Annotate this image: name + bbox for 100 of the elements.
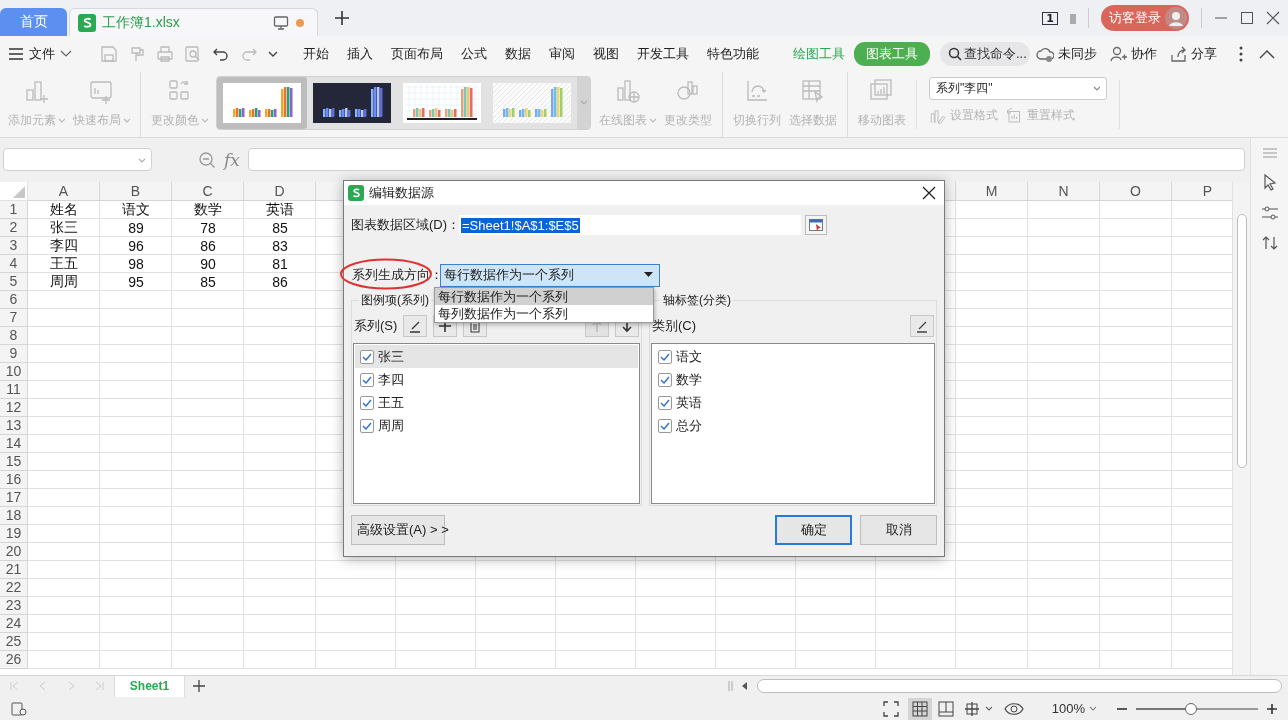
caret-icon bbox=[649, 116, 656, 124]
zoom-level-button[interactable]: 100% bbox=[1045, 700, 1102, 718]
table-cell-text: 90 bbox=[199, 254, 217, 273]
checkbox[interactable] bbox=[658, 372, 672, 387]
close-icon[interactable] bbox=[922, 186, 936, 200]
maximize-icon[interactable] bbox=[1240, 11, 1254, 25]
more-icon[interactable] bbox=[1239, 45, 1243, 62]
chart-style-thumbnail[interactable] bbox=[217, 76, 307, 129]
menu-tab[interactable]: 开发工具 bbox=[628, 41, 698, 66]
fullscreen-icon[interactable] bbox=[882, 700, 899, 717]
login-button[interactable]: 访客登录 bbox=[1101, 5, 1189, 31]
caret-icon bbox=[644, 272, 653, 278]
group-label: 轴标签(分类) bbox=[662, 292, 732, 309]
horizontal-scrollbar-thumb[interactable] bbox=[757, 679, 1282, 694]
table-cell-text: 96 bbox=[127, 236, 145, 255]
checkbox[interactable] bbox=[658, 418, 672, 433]
menu-tab[interactable]: 审阅 bbox=[540, 41, 584, 66]
table-cell-text: 86 bbox=[199, 236, 217, 255]
list-item[interactable]: 周周 bbox=[355, 414, 638, 437]
page-break-icon bbox=[963, 700, 980, 717]
cursor-icon[interactable] bbox=[1261, 172, 1278, 191]
share-button[interactable]: 分享 bbox=[1163, 44, 1223, 63]
dropdown-option[interactable]: 每行数据作为一个系列 bbox=[435, 288, 653, 305]
cancel-button[interactable]: 取消 bbox=[860, 515, 937, 545]
menu-tab[interactable]: 视图 bbox=[584, 41, 628, 66]
zoom-icon[interactable] bbox=[198, 150, 216, 169]
menu-tab[interactable]: 特色功能 bbox=[698, 41, 768, 66]
caret-icon bbox=[201, 116, 208, 124]
range-picker-button[interactable] bbox=[805, 215, 827, 235]
edit-button[interactable] bbox=[403, 315, 428, 337]
share-icon bbox=[1169, 44, 1187, 63]
row-header[interactable]: 1 bbox=[0, 200, 28, 219]
caret-icon[interactable] bbox=[984, 705, 992, 713]
close-icon[interactable] bbox=[1266, 11, 1280, 25]
menu-tab[interactable]: 数据 bbox=[496, 41, 540, 66]
checkbox[interactable] bbox=[360, 418, 374, 433]
spreadsheet-logo-icon bbox=[78, 13, 96, 32]
monitor-icon[interactable] bbox=[273, 14, 289, 31]
sync-button[interactable]: 未同步 bbox=[1030, 44, 1103, 63]
layout-badge[interactable]: 1 bbox=[1042, 11, 1058, 25]
command-search-field[interactable]: 查找命令... bbox=[940, 41, 1030, 66]
table-cell-text: 81 bbox=[271, 254, 289, 273]
file-menu-button[interactable]: 文件 bbox=[8, 44, 72, 63]
field-label: 系列生成方向： bbox=[351, 266, 440, 284]
list-item[interactable]: 数学 bbox=[653, 368, 933, 391]
series-select[interactable]: 系列"李四" bbox=[929, 76, 1107, 100]
edit-button[interactable] bbox=[910, 315, 934, 337]
arrows-icon[interactable] bbox=[1261, 234, 1278, 251]
list-box[interactable]: 张三 李四 王五 周周 bbox=[353, 343, 640, 504]
range-field[interactable]: =Sheet1!$A$1:$E$5 bbox=[459, 215, 801, 235]
list-label: 类别(C) bbox=[652, 317, 697, 335]
select-chart-icon bbox=[800, 77, 826, 104]
list-item[interactable]: 张三 bbox=[355, 345, 638, 368]
table-cell-text: 78 bbox=[199, 218, 217, 237]
eye-icon[interactable] bbox=[1003, 701, 1024, 716]
list-label: 系列(S) bbox=[354, 317, 398, 335]
checkbox[interactable] bbox=[360, 395, 374, 410]
table-cell-text: 英语 bbox=[265, 200, 295, 219]
zoom-slider[interactable] bbox=[1136, 701, 1258, 716]
checkbox[interactable] bbox=[360, 372, 374, 387]
spreadsheet-logo-icon bbox=[348, 185, 364, 201]
add-sheet-icon[interactable] bbox=[193, 680, 205, 693]
scroll-left-icon[interactable] bbox=[741, 682, 749, 691]
collapse-icon[interactable] bbox=[1259, 48, 1275, 59]
direction-select[interactable]: 每行数据作为一个系列 bbox=[440, 263, 660, 287]
menu-tab[interactable]: 插入 bbox=[338, 41, 382, 66]
list-box[interactable]: 语文 数学 英语 总分 bbox=[651, 343, 935, 504]
menu-tab[interactable]: 页面布局 bbox=[382, 41, 452, 66]
range-picker-icon bbox=[809, 219, 823, 231]
view-mode-button[interactable] bbox=[907, 697, 932, 720]
sliders-icon[interactable] bbox=[1260, 204, 1279, 221]
formula-input[interactable] bbox=[247, 148, 1245, 172]
checkbox[interactable] bbox=[658, 395, 672, 410]
menu-tab[interactable]: 公式 bbox=[452, 41, 496, 66]
zoom-in-icon[interactable] bbox=[1266, 702, 1278, 715]
checkbox[interactable] bbox=[658, 349, 672, 364]
table-cell-text: 85 bbox=[199, 272, 217, 291]
name-box-field[interactable] bbox=[3, 148, 152, 172]
list-item[interactable]: 王五 bbox=[355, 391, 638, 414]
list-item[interactable]: 总分 bbox=[653, 414, 933, 437]
macro-icon[interactable] bbox=[10, 700, 28, 717]
chevron-down-icon bbox=[60, 49, 72, 58]
table-cell-text: 89 bbox=[127, 218, 145, 237]
list-item[interactable]: 英语 bbox=[653, 391, 933, 414]
table-cell-text: 语文 bbox=[121, 200, 151, 219]
table-cell-text: 数学 bbox=[193, 200, 223, 219]
list-item[interactable]: 李四 bbox=[355, 368, 638, 391]
collab-button[interactable]: 协作 bbox=[1103, 44, 1163, 63]
ok-button[interactable]: 确定 bbox=[775, 515, 852, 545]
scrollbar-thumb[interactable] bbox=[1237, 213, 1247, 468]
table-cell-text: 83 bbox=[271, 236, 289, 255]
menu-tab[interactable]: 开始 bbox=[294, 41, 338, 66]
new-tab-icon[interactable] bbox=[334, 10, 350, 26]
search-icon bbox=[948, 46, 962, 61]
checkbox[interactable] bbox=[360, 349, 374, 364]
dropdown-option[interactable]: 每列数据作为一个系列 bbox=[435, 305, 653, 322]
list-item[interactable]: 语文 bbox=[653, 345, 933, 368]
table-cell-text: 98 bbox=[127, 254, 145, 273]
table-cell-text: 张三 bbox=[49, 218, 79, 237]
slider-thumb[interactable] bbox=[1184, 702, 1197, 715]
